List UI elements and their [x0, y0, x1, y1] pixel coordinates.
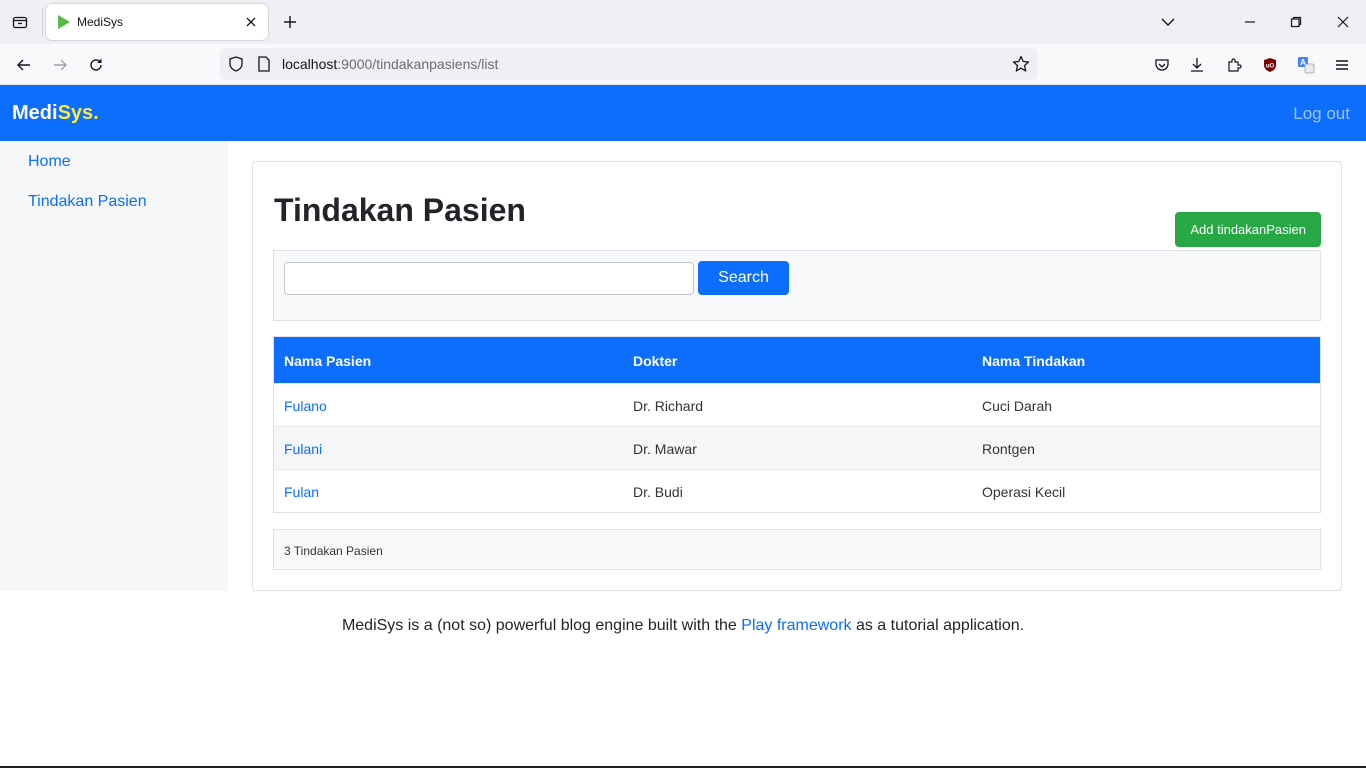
pocket-icon[interactable] [1151, 54, 1173, 76]
footer-text-after: as a tutorial application. [851, 617, 1025, 634]
site-footer: MediSys is a (not so) powerful blog engi… [0, 617, 1366, 635]
action-cell: Rontgen [982, 441, 1035, 457]
app-header: MediSys. Log out [0, 85, 1366, 141]
browser-navigation-bar: localhost:9000/tindakanpasiens/list uO A [0, 44, 1366, 85]
add-tindakan-pasien-button[interactable]: Add tindakanPasien [1175, 212, 1321, 247]
action-cell: Cuci Darah [982, 398, 1053, 414]
sidebar: Home Tindakan Pasien [0, 141, 228, 591]
minimize-icon[interactable] [1239, 11, 1261, 33]
table-footer: 3 Tindakan Pasien [273, 529, 1321, 570]
url-path: :9000/tindakanpasiens/list [337, 56, 499, 72]
back-arrow-icon[interactable] [12, 53, 36, 77]
search-button[interactable]: Search [698, 261, 789, 295]
reload-icon[interactable] [84, 53, 108, 77]
doctor-cell: Dr. Mawar [633, 441, 697, 457]
sidebar-item-home[interactable]: Home [28, 153, 71, 171]
url-bar[interactable]: localhost:9000/tindakanpasiens/list [220, 48, 1038, 80]
extensions-puzzle-icon[interactable] [1223, 54, 1245, 76]
url-text[interactable]: localhost:9000/tindakanpasiens/list [282, 56, 498, 72]
ublock-origin-icon[interactable]: uO [1259, 54, 1281, 76]
translate-icon[interactable]: A [1295, 54, 1317, 76]
close-window-icon[interactable] [1332, 11, 1354, 33]
play-framework-link[interactable]: Play framework [741, 617, 851, 634]
main-card: Tindakan Pasien Add tindakanPasien Searc… [252, 161, 1342, 591]
svg-text:uO: uO [1266, 64, 1275, 70]
shield-icon[interactable] [228, 56, 244, 72]
patient-link[interactable]: Fulan [284, 484, 319, 500]
patient-link[interactable]: Fulano [284, 398, 327, 414]
tab-list-icon[interactable] [8, 10, 32, 34]
tindakan-table: Nama Pasien Dokter Nama Tindakan Fulano … [273, 336, 1321, 513]
logout-link[interactable]: Log out [1293, 104, 1350, 124]
page-title: Tindakan Pasien [274, 192, 526, 228]
doctor-cell: Dr. Richard [633, 398, 704, 414]
browser-tab[interactable]: MediSys [46, 4, 268, 40]
action-cell: Operasi Kecil [982, 484, 1066, 500]
brand-logo[interactable]: MediSys. [12, 102, 99, 125]
bookmark-star-icon[interactable] [1012, 55, 1030, 73]
brand-sys: Sys. [57, 102, 99, 124]
url-host: localhost [282, 56, 338, 72]
footer-text-before: MediSys is a (not so) powerful blog engi… [341, 617, 742, 634]
new-tab-icon[interactable] [279, 11, 301, 33]
tab-separator [42, 8, 43, 36]
hamburger-menu-icon[interactable] [1331, 54, 1353, 76]
search-panel: Search [273, 250, 1321, 321]
column-header-nama-tindakan[interactable]: Nama Tindakan [982, 353, 1085, 369]
chevron-down-icon[interactable] [1157, 11, 1179, 33]
sidebar-item-tindakan-pasien[interactable]: Tindakan Pasien [28, 193, 147, 211]
play-favicon-icon [58, 15, 70, 29]
close-tab-icon[interactable] [242, 13, 260, 31]
table-row: Fulano Dr. Richard Cuci Darah [274, 383, 1320, 426]
brand-medi: Medi [12, 102, 58, 124]
doctor-cell: Dr. Budi [633, 484, 683, 500]
tab-title: MediSys [77, 15, 124, 29]
browser-tab-bar: MediSys [0, 0, 1366, 44]
table-row: Fulani Dr. Mawar Rontgen [274, 426, 1320, 469]
column-header-nama-pasien[interactable]: Nama Pasien [284, 353, 371, 369]
table-row: Fulan Dr. Budi Operasi Kecil [274, 469, 1320, 512]
patient-link[interactable]: Fulani [284, 441, 322, 457]
column-header-dokter[interactable]: Dokter [633, 353, 677, 369]
forward-arrow-icon[interactable] [48, 53, 72, 77]
record-count: 3 Tindakan Pasien [284, 544, 383, 558]
page-icon[interactable] [257, 56, 271, 72]
table-header: Nama Pasien Dokter Nama Tindakan [274, 337, 1320, 383]
search-input[interactable] [284, 262, 694, 295]
download-icon[interactable] [1186, 54, 1208, 76]
restore-icon[interactable] [1285, 11, 1307, 33]
